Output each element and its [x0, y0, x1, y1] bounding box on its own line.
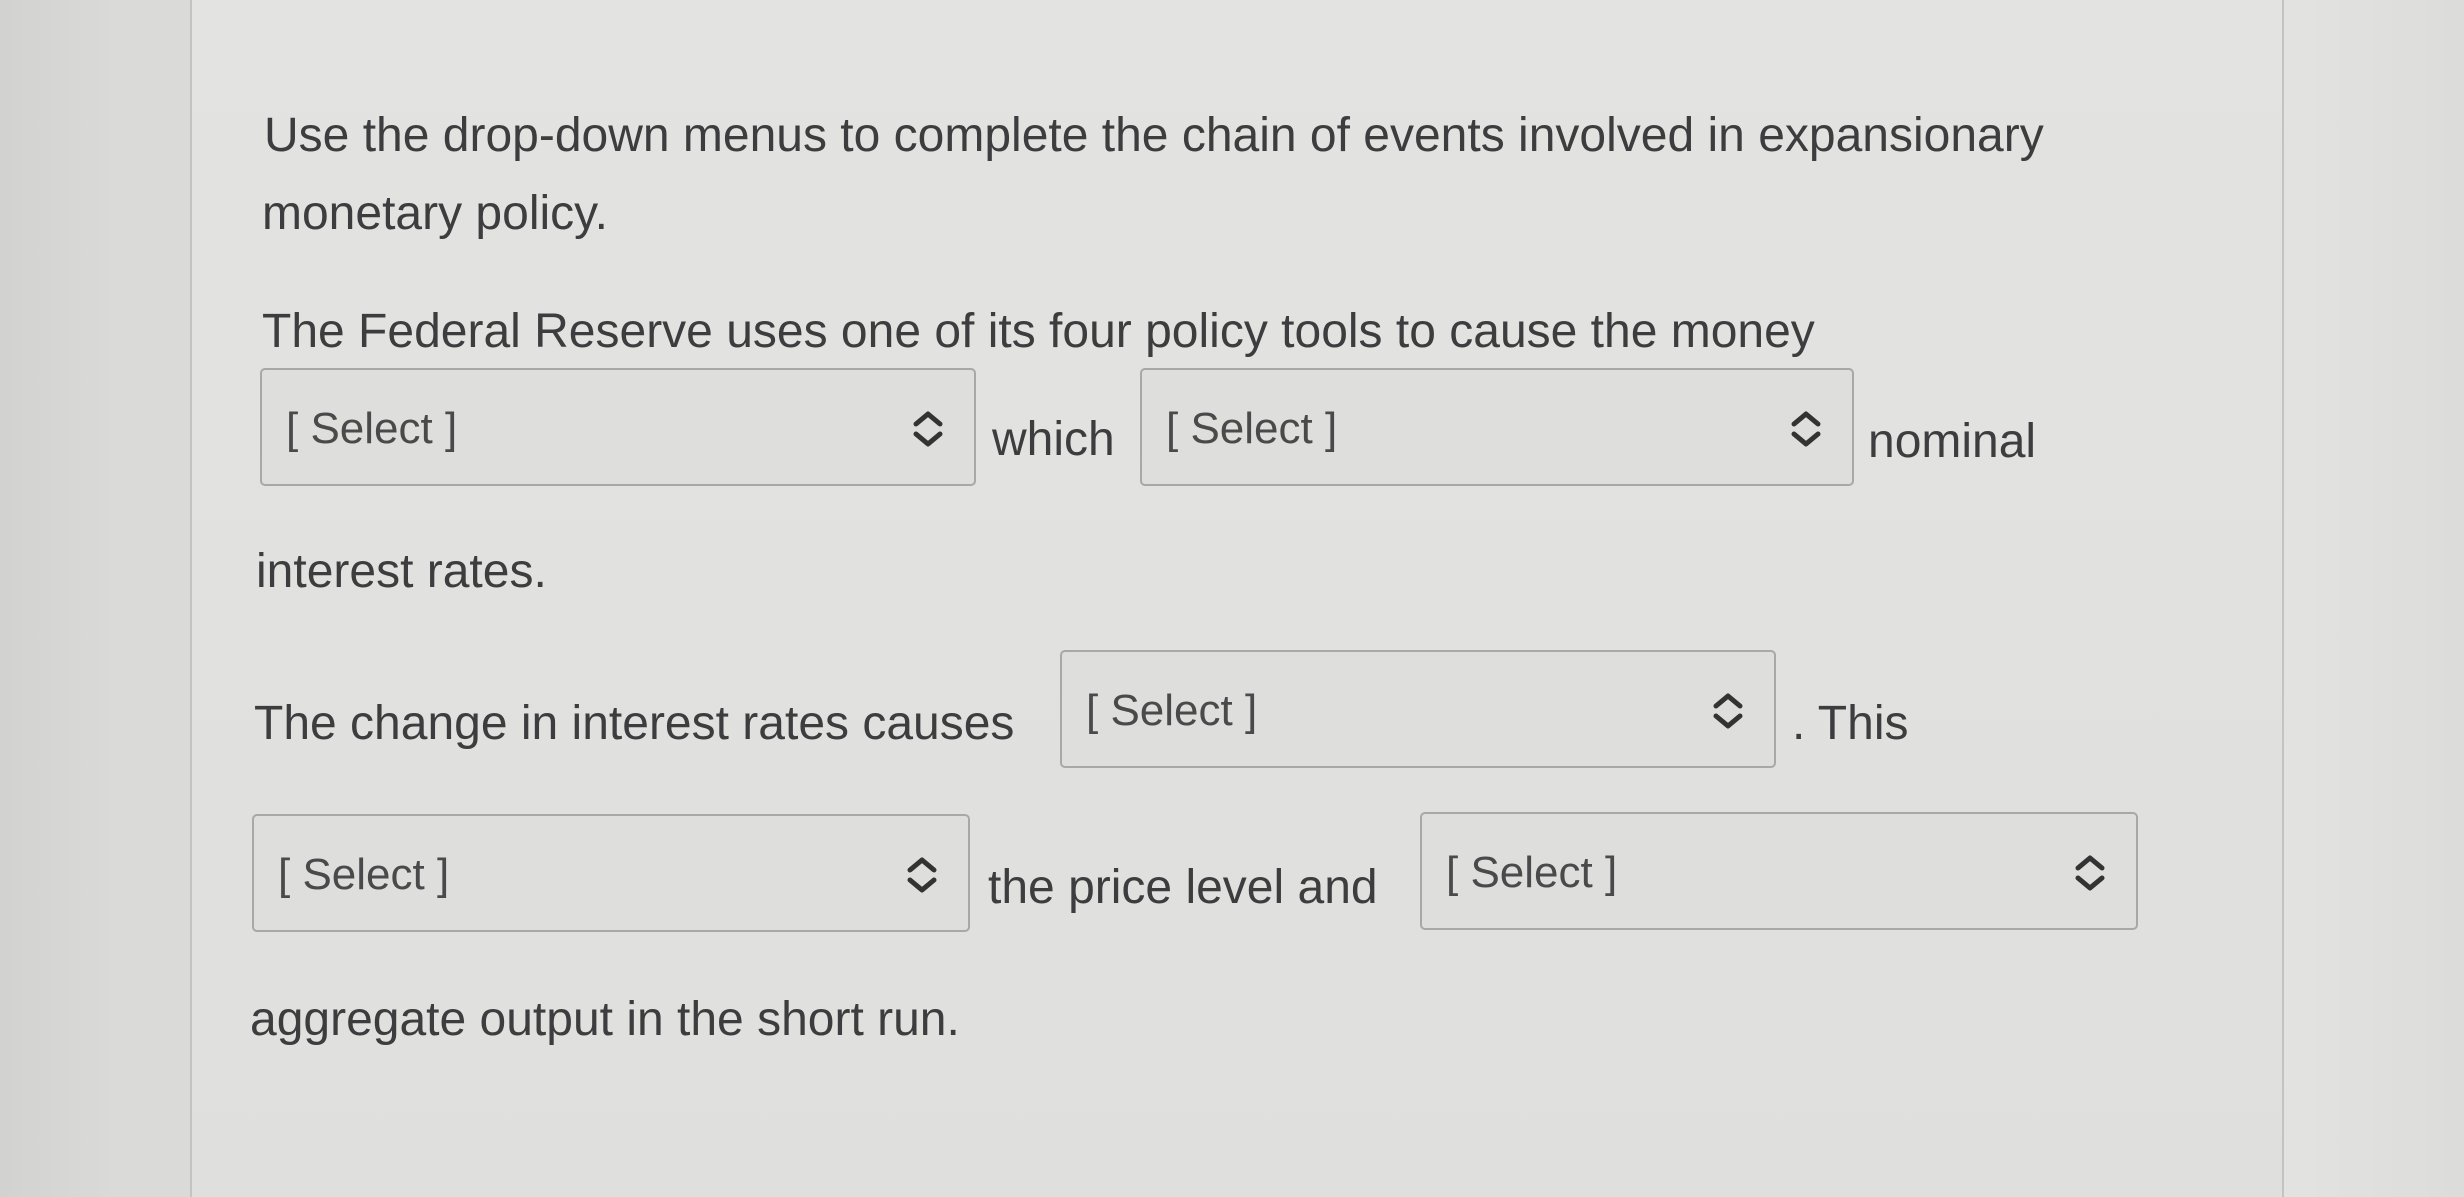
up-down-chevron-icon	[913, 411, 943, 447]
up-down-chevron-icon	[907, 857, 937, 893]
up-down-chevron-icon	[1791, 411, 1821, 447]
sentence-1-end: interest rates.	[256, 545, 547, 598]
instruction-line-1: Use the drop-down menus to complete the …	[264, 109, 2044, 162]
dropdown-interest-direction[interactable]: [ Select ]	[1140, 368, 1854, 486]
sentence-2-lead: The change in interest rates causes	[254, 697, 1015, 750]
sentence-1-lead: The Federal Reserve uses one of its four…	[262, 305, 1815, 358]
sentence-3-end: aggregate output in the short run.	[250, 993, 960, 1046]
dropdown-value: [ Select ]	[1166, 404, 1338, 453]
dropdown-value: [ Select ]	[1446, 848, 1618, 897]
dropdown-value: [ Select ]	[1086, 686, 1258, 735]
dropdown-money-change[interactable]: [ Select ]	[260, 368, 976, 486]
sentence-1-connector: which	[992, 413, 1115, 466]
dropdown-aggregate-output[interactable]: [ Select ]	[1420, 812, 2138, 930]
instruction-line-2: monetary policy.	[262, 187, 608, 240]
up-down-chevron-icon	[1713, 693, 1743, 729]
screen: Use the drop-down menus to complete the …	[0, 0, 2464, 1197]
sentence-3-connector: the price level and	[988, 861, 1378, 914]
sentence-2-tail: . This	[1792, 697, 1909, 750]
sentence-1-tail: nominal	[1868, 415, 2037, 468]
dropdown-value: [ Select ]	[278, 850, 450, 899]
up-down-chevron-icon	[2075, 855, 2105, 891]
dropdown-value: [ Select ]	[286, 404, 458, 453]
dropdown-spending-change[interactable]: [ Select ]	[1060, 650, 1776, 768]
dropdown-price-level[interactable]: [ Select ]	[252, 814, 970, 932]
question-card: Use the drop-down menus to complete the …	[190, 0, 2284, 1197]
